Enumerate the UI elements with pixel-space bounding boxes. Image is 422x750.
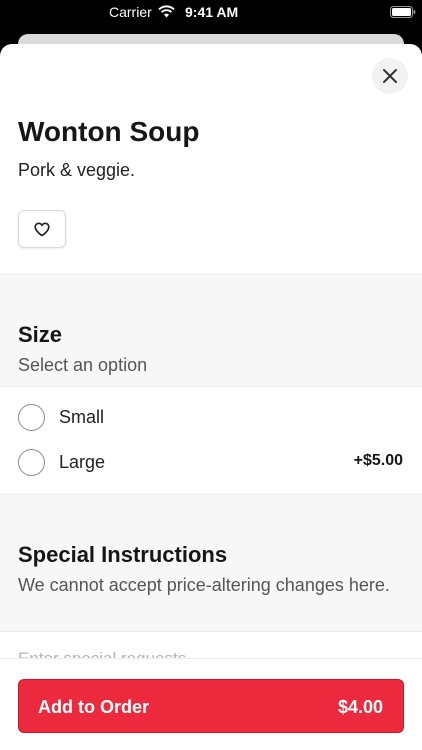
size-section-title: Size	[18, 322, 63, 347]
option-price: +$5.00	[353, 452, 403, 469]
instructions-section-subtitle: We cannot accept price-altering changes …	[18, 575, 390, 595]
option-label: Large	[59, 452, 106, 472]
order-footer: Add to Order $4.00	[0, 658, 422, 750]
item-title: Wonton Soup	[18, 116, 200, 147]
close-icon	[383, 69, 397, 83]
add-to-order-button[interactable]: Add to Order $4.00	[18, 679, 404, 733]
carrier-label: Carrier	[109, 4, 152, 20]
favorite-button[interactable]	[18, 210, 66, 248]
size-option-large[interactable]: Large +$5.00	[0, 441, 422, 486]
option-label: Small	[59, 407, 105, 427]
item-detail-sheet: Wonton Soup Pork & veggie. Size Select a…	[0, 44, 422, 750]
add-to-order-label: Add to Order	[38, 697, 149, 717]
wifi-icon	[158, 5, 175, 18]
size-option-small[interactable]: Small	[0, 396, 422, 441]
status-bar: Carrier 9:41 AM	[0, 0, 422, 24]
radio-button[interactable]	[18, 404, 45, 431]
close-button[interactable]	[372, 58, 408, 94]
order-total-price: $4.00	[337, 697, 383, 717]
heart-outline-icon	[34, 221, 50, 236]
item-description: Pork & veggie.	[18, 160, 136, 180]
clock: 9:41 AM	[185, 4, 239, 20]
radio-button[interactable]	[18, 449, 45, 476]
instructions-section-title: Special Instructions	[18, 542, 228, 567]
battery-icon	[390, 6, 416, 18]
size-section-subtitle: Select an option	[18, 355, 148, 375]
